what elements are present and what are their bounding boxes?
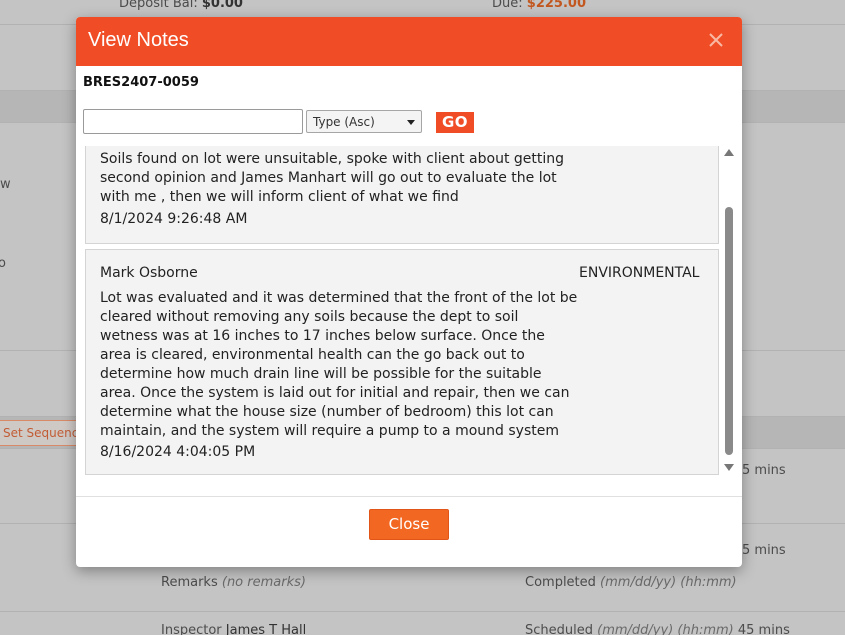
scroll-thumb[interactable] [725, 207, 733, 455]
scroll-up-icon[interactable] [724, 149, 734, 156]
dialog-title: View Notes [88, 29, 189, 51]
note-text: Lot was evaluated and it was determined … [100, 290, 578, 439]
close-icon[interactable] [706, 30, 726, 50]
note-item: Mark Osborne ENVIRONMENTAL Lot was evalu… [85, 249, 719, 475]
scheduled-row: Scheduled (mm/dd/yy) (hh:mm) 45 mins [525, 623, 790, 635]
notes-list[interactable]: Soils found on lot were unsuitable, spok… [83, 146, 735, 476]
go-button[interactable]: GO [436, 112, 474, 133]
bg-fragment-1: w [0, 177, 11, 192]
set-sequence-button[interactable]: Set Sequenc [0, 420, 82, 446]
sort-select-value: Type (Asc) [313, 115, 375, 129]
amount-due: Due: $225.00 [492, 0, 586, 11]
dialog-header: View Notes [76, 17, 742, 66]
note-type: ENVIRONMENTAL [579, 265, 700, 281]
duration-2: 5 mins [742, 543, 786, 558]
note-date: 8/16/2024 4:04:05 PM [100, 444, 256, 460]
footer-divider [76, 496, 742, 497]
chevron-down-icon [407, 120, 415, 125]
inspector-row: Inspector James T Hall [161, 623, 307, 635]
note-text: Soils found on lot were unsuitable, spok… [100, 151, 565, 205]
remarks-row: Remarks (no remarks) [161, 575, 306, 590]
bg-fragment-2: o [0, 256, 6, 271]
notes-search-input[interactable] [83, 109, 303, 134]
notes-scrollbar[interactable] [724, 146, 734, 476]
view-notes-dialog: View Notes BRES2407-0059 Type (Asc) GO S… [76, 17, 742, 567]
note-item: Soils found on lot were unsuitable, spok… [85, 146, 719, 244]
close-button[interactable]: Close [369, 509, 449, 540]
deposit-balance: Deposit Bal: $0.00 [119, 0, 243, 11]
note-date: 8/1/2024 9:26:48 AM [100, 211, 248, 227]
completed-row: Completed (mm/dd/yy) (hh:mm) [525, 575, 737, 590]
scroll-down-icon[interactable] [724, 464, 734, 471]
note-author: Mark Osborne [100, 265, 198, 281]
sort-select[interactable]: Type (Asc) [306, 110, 422, 133]
duration-1: 5 mins [742, 463, 786, 478]
permit-reference: BRES2407-0059 [83, 75, 199, 90]
